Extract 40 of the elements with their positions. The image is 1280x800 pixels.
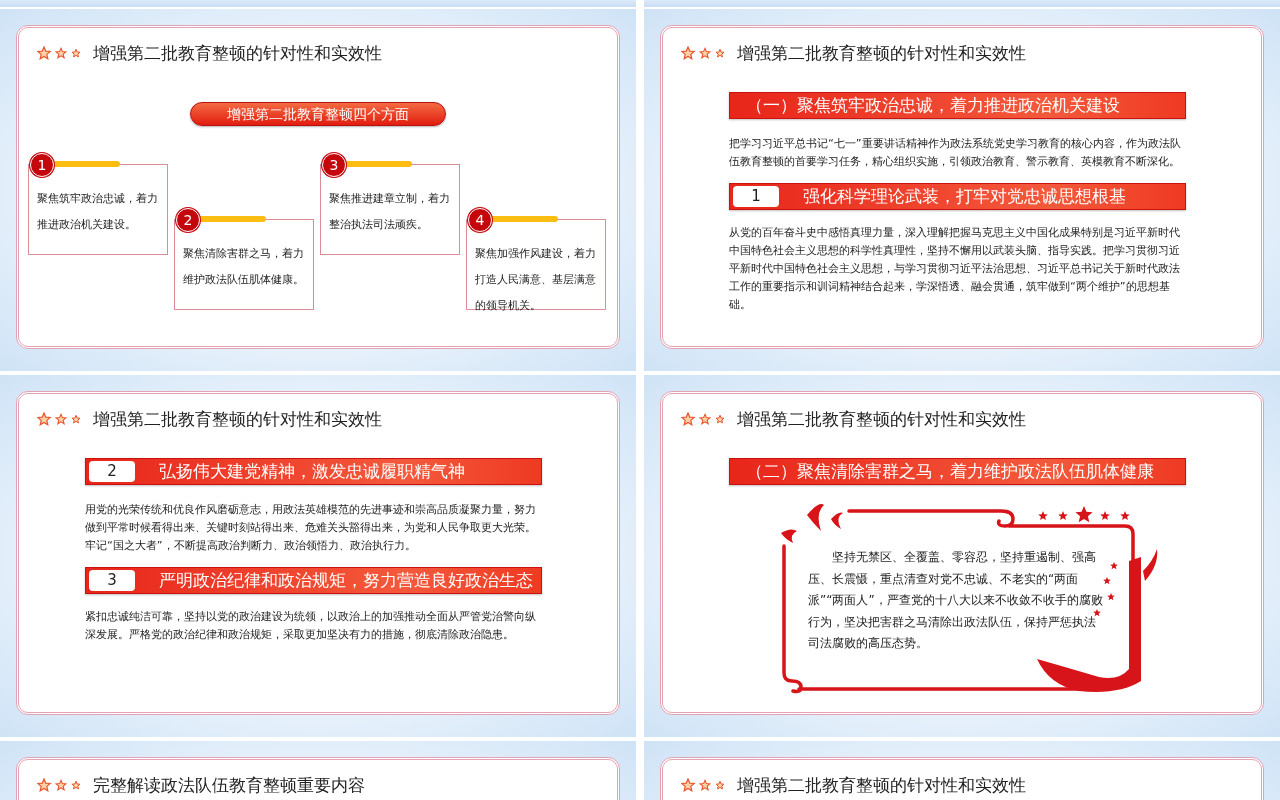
card-text: 聚焦筑牢政治忠诚，着力推进政治机关建设。 bbox=[37, 191, 159, 233]
slide-title: 增强第二批教育整顿的针对性和实效性 bbox=[93, 41, 382, 65]
heading-text: 弘扬伟大建党精神，激发忠诚履职精气神 bbox=[159, 460, 465, 483]
paragraph: 用党的光荣传统和优良作风磨砺意志，用政法英雄模范的先进事迹和崇高品质凝聚力量，努力做到平常时候看得出来、关键时刻站得出来、危难关头豁得出来，为党和人民争取更大光荣。牢记“国之大者”，不断提高政治判断力、政治领悟力、政治执行力。 bbox=[85, 502, 537, 554]
stars-icon bbox=[681, 778, 727, 792]
slide-thumbnail[interactable] bbox=[644, 9, 1280, 371]
slide-title: 增强第二批教育整顿的针对性和实效性 bbox=[737, 41, 1026, 65]
card-text: 聚焦加强作风建设，着力打造人民满意、基层满意的领导机关。 bbox=[475, 246, 597, 314]
number-badge: 2 bbox=[176, 208, 200, 232]
paragraph: 从党的百年奋斗史中感悟真理力量，深入理解把握马克思主义中国化成果特别是习近平新时代中国特色社会主义思想的科学性真理性，坚持不懈用以武装头脑、指导实践。把学习贯彻习近平新时代中国特色社会主义思想，与学习贯彻习近平法治思想、习近平总书记关于新时代政法工作的重要指示和训词精神结合起来，学深悟透、融会贯通，筑牢做到“两个维护”的思想基础。 bbox=[729, 225, 1181, 313]
number-box: 2 bbox=[89, 461, 135, 482]
stars-icon bbox=[37, 778, 83, 792]
slide-thumbnail[interactable]: 完整解读政法队伍教育整顿重要内容 bbox=[0, 741, 636, 800]
stars-icon bbox=[37, 46, 83, 60]
section-heading: （二）聚焦清除害群之马，着力维护政法队伍肌体健康 bbox=[729, 458, 1186, 485]
framed-paragraph: 坚持无禁区、全覆盖、零容忍，坚持重遏制、强高压、长震慑，重点清查对党不忠诚、不老实的“两面派”“两面人”，严查党的十八大以来不收敛不收手的腐败行为，坚决把害群之马清除出政法队伍，保持严惩执法司法腐败的高压态势。 bbox=[808, 549, 1104, 652]
slide-title: 增强第二批教育整顿的针对性和实效性 bbox=[93, 407, 382, 431]
number-box: 1 bbox=[733, 186, 779, 207]
slide-title: 增强第二批教育整顿的针对性和实效性 bbox=[737, 773, 1026, 797]
heading-text: 严明政治纪律和政治规矩，努力营造良好政治生态 bbox=[159, 569, 533, 592]
stars-icon bbox=[681, 412, 727, 426]
slide-thumbnail[interactable]: 增强第二批教育整顿的针对性和实效性 增强第二批教育整顿四个方面 1 聚焦筑牢政治忠诚，着力推进政治机关建设。 2 聚焦清除害群之马，着力维护政法队伍肌体健康。 3 聚焦推进建章立制，着力整治执法司法顽疾。 4 聚焦加强作风建设，着力打造人民满意、基层满意的领导机关。 bbox=[0, 9, 636, 371]
slide-thumbnail[interactable] bbox=[0, 375, 636, 737]
banner: 增强第二批教育整顿四个方面 bbox=[190, 102, 446, 126]
stars-icon bbox=[681, 46, 727, 60]
number-badge: 3 bbox=[322, 153, 346, 177]
stars-icon bbox=[37, 412, 83, 426]
number-badge: 4 bbox=[468, 208, 492, 232]
number-box: 3 bbox=[89, 570, 135, 591]
card-text: 聚焦清除害群之马，着力维护政法队伍肌体健康。 bbox=[183, 246, 305, 288]
number-badge: 1 bbox=[30, 153, 54, 177]
paragraph: 把学习习近平总书记“七一”重要讲话精神作为政法系统党史学习教育的核心内容，作为政法队伍教育整顿的首要学习任务，精心组织实施，引领政治教育、警示教育、英模教育不断深化。 bbox=[729, 136, 1182, 170]
paragraph: 紧扣忠诚纯洁可靠，坚持以党的政治建设为统领，以政治上的加强推动全面从严管党治警向纵深发展。严格党的政治纪律和政治规矩，采取更加坚决有力的措施，彻底清除政治隐患。 bbox=[85, 609, 537, 643]
slide-thumbnail[interactable]: 增强第二批教育整顿的针对性和实效性 bbox=[644, 741, 1280, 800]
section-heading: （一）聚焦筑牢政治忠诚，着力推进政治机关建设 bbox=[729, 92, 1186, 119]
card-text: 聚焦推进建章立制，着力整治执法司法顽疾。 bbox=[329, 191, 451, 233]
heading-text: 强化科学理论武装，打牢对党忠诚思想根基 bbox=[803, 185, 1126, 208]
slide-title: 完整解读政法队伍教育整顿重要内容 bbox=[93, 773, 365, 797]
slide-thumbnail[interactable]: 增强第二批教育整顿的针对性和实效性 （二）聚焦清除害群之马，着力维护政法队伍肌体健康 坚持无禁区、全覆盖、零容忍，坚持重遏制、强高压、长震慑，重点清查对党不忠诚、不老实的“两面派”“两面人”，严查党的十八大以来不收敛不收手的腐败行为，坚决把害群之马清除出政法队伍，保持严惩执法司法腐败的高压态势。 bbox=[644, 375, 1280, 737]
slide-title: 增强第二批教育整顿的针对性和实效性 bbox=[737, 407, 1026, 431]
